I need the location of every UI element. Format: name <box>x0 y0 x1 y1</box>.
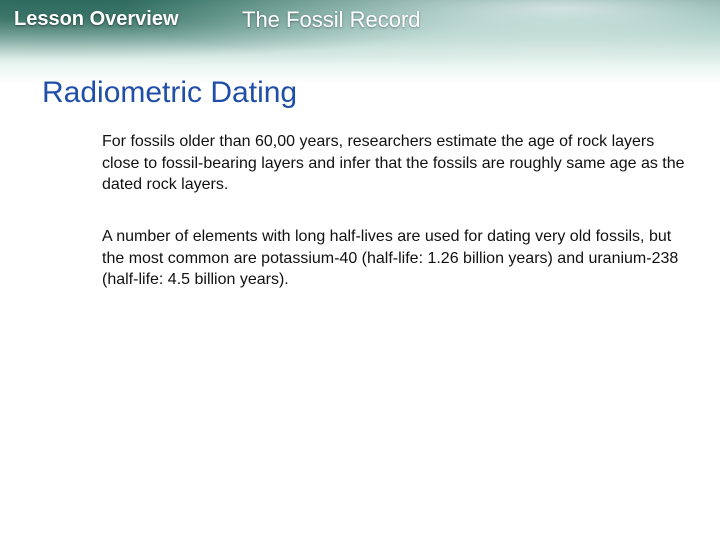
body-paragraph-1: For fossils older than 60,00 years, rese… <box>102 133 685 193</box>
slide: Lesson Overview The Fossil Record Radiom… <box>0 0 720 540</box>
slide-heading: Radiometric Dating <box>42 76 298 109</box>
body-paragraph-2: A number of elements with long half-live… <box>102 228 679 288</box>
lesson-title: The Fossil Record <box>242 7 421 32</box>
section-label: Lesson Overview <box>14 8 179 30</box>
